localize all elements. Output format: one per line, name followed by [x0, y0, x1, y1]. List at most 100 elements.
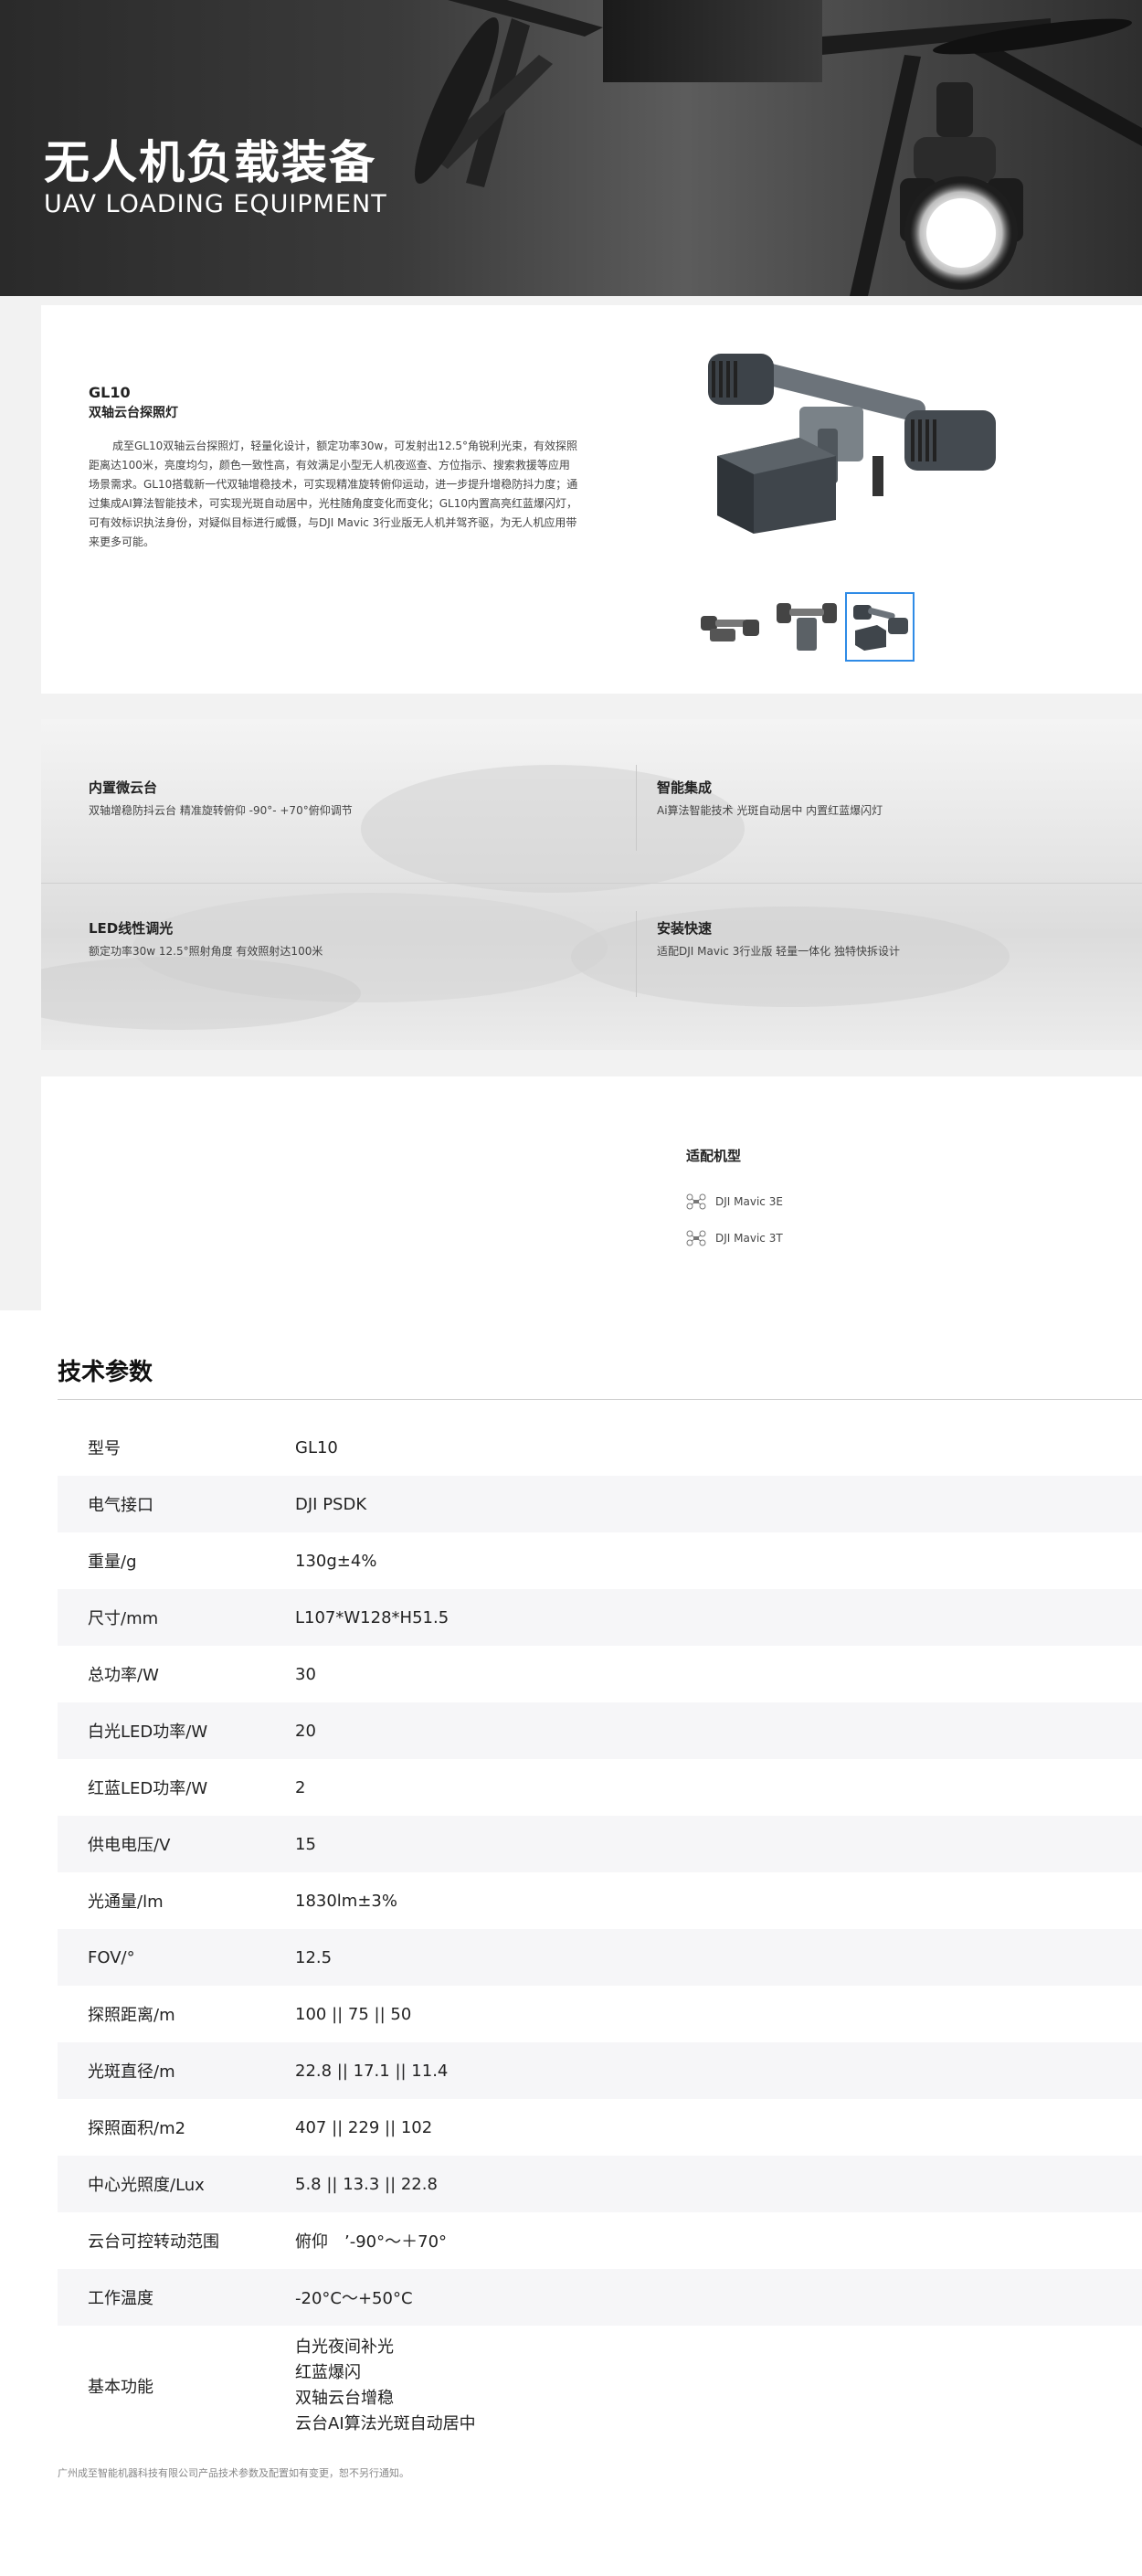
product-thumbnail-side[interactable]	[772, 592, 841, 662]
feature-title: 内置微云台	[89, 779, 158, 796]
grey-band	[41, 296, 1142, 305]
spec-value-list: 白光夜间补光 红蓝爆闪 双轴云台增稳 云台AI算法光斑自动居中	[295, 2335, 1142, 2437]
spec-key: 探照距离/m	[88, 2006, 175, 2025]
drone-icon	[686, 1230, 706, 1246]
feature-text: Ai算法智能技术 光斑自动居中 内置红蓝爆闪灯	[657, 804, 883, 817]
spec-key: 工作温度	[88, 2289, 153, 2308]
spec-key: 供电电压/V	[88, 1836, 171, 1855]
divider	[41, 883, 1142, 884]
feature-text: 额定功率30w 12.5°照射角度 有效照射达100米	[89, 945, 323, 958]
compatible-item: DJI Mavic 3T	[686, 1230, 783, 1246]
table-row: 总功率/W 30	[58, 1646, 1142, 1702]
function-item: 白光夜间补光	[295, 2337, 394, 2357]
spec-value: 20	[295, 1721, 316, 1741]
table-row: 工作温度 -20°C～+50°C	[58, 2269, 1142, 2326]
spec-key: 中心光照度/Lux	[88, 2176, 205, 2195]
table-row: 云台可控转动范围 俯仰 ’-90°～＋70°	[58, 2212, 1142, 2269]
drone-hero-image	[415, 0, 1142, 296]
spec-value: 22.8 || 17.1 || 11.4	[295, 2061, 449, 2081]
compatible-section: 适配机型 DJI Mavic 3E DJI Mavic 3T	[41, 1076, 1142, 1310]
table-row: 光通量/lm 1830lm±3%	[58, 1872, 1142, 1929]
product-description: 成至GL10双轴云台探照灯，轻量化设计，额定功率30w，可发射出12.5°角锐利…	[89, 440, 578, 548]
compatible-item-label: DJI Mavic 3E	[715, 1195, 783, 1208]
compatible-item: DJI Mavic 3E	[686, 1193, 783, 1210]
spec-key: 总功率/W	[88, 1666, 159, 1685]
grey-band	[41, 694, 1142, 719]
table-row: 供电电压/V 15	[58, 1816, 1142, 1872]
spec-value: 1830lm±3%	[295, 1891, 397, 1911]
table-row: 尺寸/mm L107*W128*H51.5	[58, 1589, 1142, 1646]
spec-value: GL10	[295, 1437, 338, 1458]
product-thumbnail-angle[interactable]	[845, 592, 915, 662]
table-row: 重量/g 130g±4%	[58, 1532, 1142, 1589]
function-item: 云台AI算法光斑自动居中	[295, 2414, 476, 2433]
table-row: 红蓝LED功率/W 2	[58, 1759, 1142, 1816]
divider	[58, 1399, 1142, 1400]
feature-gimbal: 内置微云台 双轴增稳防抖云台 精准旋转俯仰 -90°- +70°俯仰调节	[89, 778, 353, 818]
feature-led: LED线性调光 额定功率30w 12.5°照射角度 有效照射达100米	[89, 918, 323, 959]
feature-title: 安装快速	[657, 920, 713, 937]
compatible-title: 适配机型	[686, 1148, 742, 1164]
features-section: 内置微云台 双轴增稳防抖云台 精准旋转俯仰 -90°- +70°俯仰调节 智能集…	[41, 719, 1142, 1050]
grey-backdrop	[0, 296, 41, 1310]
spec-key: 电气接口	[88, 1496, 153, 1515]
table-row: 探照距离/m 100 || 75 || 50	[58, 1986, 1142, 2042]
spec-key: 重量/g	[88, 1553, 137, 1572]
product-main-image	[708, 354, 996, 534]
product-thumbnail-front[interactable]	[694, 592, 764, 662]
feature-install: 安装快速 适配DJI Mavic 3行业版 轻量一体化 独特快拆设计	[657, 918, 900, 959]
hero-title: 无人机负载装备	[44, 136, 376, 189]
feature-text: 适配DJI Mavic 3行业版 轻量一体化 独特快拆设计	[657, 945, 900, 958]
spec-value: 5.8 || 13.3 || 22.8	[295, 2174, 438, 2194]
grey-band	[41, 1050, 1142, 1076]
spec-key: FOV/°	[88, 1947, 135, 1967]
hero-subtitle: UAV LOADING EQUIPMENT	[44, 190, 387, 218]
compatible-item-label: DJI Mavic 3T	[715, 1232, 783, 1245]
footnote: 广州成至智能机器科技有限公司产品技术参数及配置如有变更，恕不另行通知。	[58, 2467, 409, 2479]
misty-background-image	[41, 765, 1010, 1030]
spec-key: 白光LED功率/W	[88, 1723, 208, 1742]
table-row: 探照面积/m2 407 || 229 || 102	[58, 2099, 1142, 2156]
feature-title: LED线性调光	[89, 920, 174, 937]
product-card: GL10 双轴云台探照灯 成至GL10双轴云台探照灯，轻量化设计，额定功率30w…	[41, 305, 1142, 694]
function-item: 红蓝爆闪	[295, 2363, 361, 2382]
thumbnail-image	[701, 616, 759, 641]
thumbnail-image	[777, 603, 837, 651]
spec-value: DJI PSDK	[295, 1494, 367, 1514]
spec-value: 15	[295, 1834, 316, 1854]
spec-value: 俯仰 ’-90°～＋70°	[295, 2232, 448, 2252]
function-item: 双轴云台增稳	[295, 2389, 394, 2408]
spec-key: 光通量/lm	[88, 1892, 164, 1912]
feature-title: 智能集成	[657, 779, 713, 796]
table-row: 型号 GL10	[58, 1419, 1142, 1476]
divider	[636, 765, 637, 851]
feature-smart: 智能集成 Ai算法智能技术 光斑自动居中 内置红蓝爆闪灯	[657, 778, 883, 818]
spec-key: 基本功能	[88, 2378, 153, 2397]
drone-icon	[686, 1193, 706, 1210]
table-row: 白光LED功率/W 20	[58, 1702, 1142, 1759]
page: 无人机负载装备 UAV LOADING EQUIPMENT GL10 双轴云台探…	[0, 0, 1142, 2576]
spec-value: -20°C～+50°C	[295, 2289, 413, 2308]
spec-value: 12.5	[295, 1947, 333, 1967]
spec-key: 云台可控转动范围	[88, 2232, 219, 2252]
table-row: FOV/° 12.5	[58, 1929, 1142, 1986]
spec-value: 100 || 75 || 50	[295, 2004, 412, 2024]
spec-key: 红蓝LED功率/W	[88, 1779, 208, 1798]
divider	[636, 911, 637, 997]
spec-value: L107*W128*H51.5	[295, 1607, 449, 1627]
spec-value: 407 || 229 || 102	[295, 2117, 433, 2137]
product-name: 双轴云台探照灯	[89, 406, 178, 420]
spec-key: 探照面积/m2	[88, 2119, 186, 2138]
table-row: 基本功能 白光夜间补光 红蓝爆闪 双轴云台增稳 云台AI算法光斑自动居中	[58, 2326, 1142, 2446]
table-row: 中心光照度/Lux 5.8 || 13.3 || 22.8	[58, 2156, 1142, 2212]
spec-key: 光斑直径/m	[88, 2062, 175, 2082]
feature-text: 双轴增稳防抖云台 精准旋转俯仰 -90°- +70°俯仰调节	[89, 804, 353, 817]
spec-value: 130g±4%	[295, 1551, 377, 1571]
spec-key: 型号	[88, 1439, 121, 1458]
table-row: 光斑直径/m 22.8 || 17.1 || 11.4	[58, 2042, 1142, 2099]
spec-title: 技术参数	[58, 1359, 153, 1386]
spec-key: 尺寸/mm	[88, 1609, 159, 1628]
table-row: 电气接口 DJI PSDK	[58, 1476, 1142, 1532]
spec-value: 2	[295, 1777, 306, 1797]
spec-table: 型号 GL10 电气接口 DJI PSDK 重量/g 130g±4% 尺寸/mm L10…	[58, 1419, 1142, 2446]
